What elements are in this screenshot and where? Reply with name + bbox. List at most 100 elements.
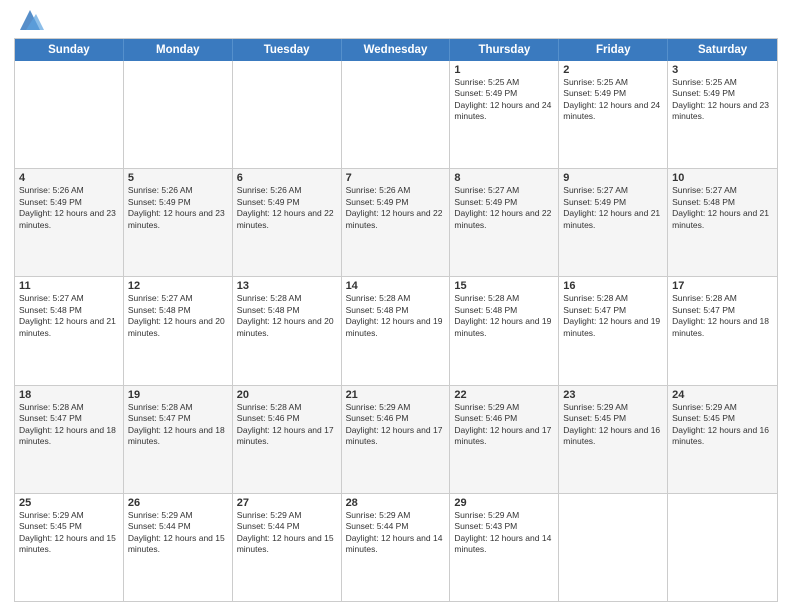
cell-date: 12 <box>128 280 228 292</box>
cell-info: Sunrise: 5:29 AM Sunset: 5:45 PM Dayligh… <box>672 402 773 448</box>
cell-date: 28 <box>346 497 446 509</box>
cell-info: Sunrise: 5:27 AM Sunset: 5:48 PM Dayligh… <box>672 185 773 231</box>
cell-info: Sunrise: 5:29 AM Sunset: 5:45 PM Dayligh… <box>19 510 119 556</box>
calendar-cell: 26Sunrise: 5:29 AM Sunset: 5:44 PM Dayli… <box>124 494 233 601</box>
cell-date: 27 <box>237 497 337 509</box>
calendar-cell: 6Sunrise: 5:26 AM Sunset: 5:49 PM Daylig… <box>233 169 342 276</box>
cell-info: Sunrise: 5:25 AM Sunset: 5:49 PM Dayligh… <box>454 77 554 123</box>
cell-date: 10 <box>672 172 773 184</box>
header <box>14 10 778 34</box>
calendar-cell: 4Sunrise: 5:26 AM Sunset: 5:49 PM Daylig… <box>15 169 124 276</box>
cell-info: Sunrise: 5:29 AM Sunset: 5:43 PM Dayligh… <box>454 510 554 556</box>
calendar-cell <box>124 61 233 168</box>
calendar-week-4: 18Sunrise: 5:28 AM Sunset: 5:47 PM Dayli… <box>15 386 777 494</box>
cell-date: 19 <box>128 389 228 401</box>
cell-date: 9 <box>563 172 663 184</box>
cell-date: 23 <box>563 389 663 401</box>
cell-info: Sunrise: 5:28 AM Sunset: 5:48 PM Dayligh… <box>454 293 554 339</box>
calendar-cell: 28Sunrise: 5:29 AM Sunset: 5:44 PM Dayli… <box>342 494 451 601</box>
cell-info: Sunrise: 5:27 AM Sunset: 5:49 PM Dayligh… <box>563 185 663 231</box>
calendar-cell <box>559 494 668 601</box>
calendar-cell: 11Sunrise: 5:27 AM Sunset: 5:48 PM Dayli… <box>15 277 124 384</box>
cell-date: 29 <box>454 497 554 509</box>
page: SundayMondayTuesdayWednesdayThursdayFrid… <box>0 0 792 612</box>
cell-info: Sunrise: 5:28 AM Sunset: 5:47 PM Dayligh… <box>672 293 773 339</box>
calendar-cell: 15Sunrise: 5:28 AM Sunset: 5:48 PM Dayli… <box>450 277 559 384</box>
calendar-cell: 3Sunrise: 5:25 AM Sunset: 5:49 PM Daylig… <box>668 61 777 168</box>
cell-info: Sunrise: 5:29 AM Sunset: 5:45 PM Dayligh… <box>563 402 663 448</box>
header-day-monday: Monday <box>124 39 233 61</box>
calendar-cell: 17Sunrise: 5:28 AM Sunset: 5:47 PM Dayli… <box>668 277 777 384</box>
calendar-cell: 18Sunrise: 5:28 AM Sunset: 5:47 PM Dayli… <box>15 386 124 493</box>
calendar-cell: 13Sunrise: 5:28 AM Sunset: 5:48 PM Dayli… <box>233 277 342 384</box>
cell-date: 14 <box>346 280 446 292</box>
calendar-cell: 9Sunrise: 5:27 AM Sunset: 5:49 PM Daylig… <box>559 169 668 276</box>
cell-date: 11 <box>19 280 119 292</box>
calendar-cell: 7Sunrise: 5:26 AM Sunset: 5:49 PM Daylig… <box>342 169 451 276</box>
cell-date: 16 <box>563 280 663 292</box>
cell-info: Sunrise: 5:28 AM Sunset: 5:46 PM Dayligh… <box>237 402 337 448</box>
header-day-wednesday: Wednesday <box>342 39 451 61</box>
cell-date: 3 <box>672 64 773 76</box>
calendar-cell: 20Sunrise: 5:28 AM Sunset: 5:46 PM Dayli… <box>233 386 342 493</box>
cell-date: 4 <box>19 172 119 184</box>
cell-date: 17 <box>672 280 773 292</box>
cell-date: 20 <box>237 389 337 401</box>
logo <box>14 10 44 34</box>
cell-info: Sunrise: 5:29 AM Sunset: 5:44 PM Dayligh… <box>128 510 228 556</box>
cell-date: 13 <box>237 280 337 292</box>
calendar-cell: 1Sunrise: 5:25 AM Sunset: 5:49 PM Daylig… <box>450 61 559 168</box>
calendar: SundayMondayTuesdayWednesdayThursdayFrid… <box>14 38 778 602</box>
calendar-cell: 27Sunrise: 5:29 AM Sunset: 5:44 PM Dayli… <box>233 494 342 601</box>
cell-date: 21 <box>346 389 446 401</box>
cell-info: Sunrise: 5:25 AM Sunset: 5:49 PM Dayligh… <box>672 77 773 123</box>
cell-date: 7 <box>346 172 446 184</box>
cell-info: Sunrise: 5:28 AM Sunset: 5:47 PM Dayligh… <box>19 402 119 448</box>
calendar-cell: 19Sunrise: 5:28 AM Sunset: 5:47 PM Dayli… <box>124 386 233 493</box>
header-day-friday: Friday <box>559 39 668 61</box>
header-day-thursday: Thursday <box>450 39 559 61</box>
cell-date: 5 <box>128 172 228 184</box>
cell-date: 26 <box>128 497 228 509</box>
calendar-cell: 2Sunrise: 5:25 AM Sunset: 5:49 PM Daylig… <box>559 61 668 168</box>
cell-info: Sunrise: 5:29 AM Sunset: 5:46 PM Dayligh… <box>346 402 446 448</box>
calendar-cell: 5Sunrise: 5:26 AM Sunset: 5:49 PM Daylig… <box>124 169 233 276</box>
cell-info: Sunrise: 5:27 AM Sunset: 5:48 PM Dayligh… <box>19 293 119 339</box>
calendar-cell <box>342 61 451 168</box>
cell-date: 18 <box>19 389 119 401</box>
header-day-saturday: Saturday <box>668 39 777 61</box>
calendar-cell: 22Sunrise: 5:29 AM Sunset: 5:46 PM Dayli… <box>450 386 559 493</box>
calendar-cell: 25Sunrise: 5:29 AM Sunset: 5:45 PM Dayli… <box>15 494 124 601</box>
calendar-header: SundayMondayTuesdayWednesdayThursdayFrid… <box>15 39 777 61</box>
cell-info: Sunrise: 5:28 AM Sunset: 5:47 PM Dayligh… <box>128 402 228 448</box>
cell-info: Sunrise: 5:26 AM Sunset: 5:49 PM Dayligh… <box>128 185 228 231</box>
calendar-cell: 21Sunrise: 5:29 AM Sunset: 5:46 PM Dayli… <box>342 386 451 493</box>
cell-date: 25 <box>19 497 119 509</box>
cell-date: 1 <box>454 64 554 76</box>
cell-date: 22 <box>454 389 554 401</box>
cell-info: Sunrise: 5:28 AM Sunset: 5:48 PM Dayligh… <box>237 293 337 339</box>
calendar-week-2: 4Sunrise: 5:26 AM Sunset: 5:49 PM Daylig… <box>15 169 777 277</box>
calendar-cell: 8Sunrise: 5:27 AM Sunset: 5:49 PM Daylig… <box>450 169 559 276</box>
cell-info: Sunrise: 5:29 AM Sunset: 5:44 PM Dayligh… <box>237 510 337 556</box>
cell-info: Sunrise: 5:27 AM Sunset: 5:49 PM Dayligh… <box>454 185 554 231</box>
cell-date: 8 <box>454 172 554 184</box>
cell-info: Sunrise: 5:28 AM Sunset: 5:48 PM Dayligh… <box>346 293 446 339</box>
header-day-tuesday: Tuesday <box>233 39 342 61</box>
calendar-cell <box>668 494 777 601</box>
cell-info: Sunrise: 5:26 AM Sunset: 5:49 PM Dayligh… <box>237 185 337 231</box>
calendar-cell: 14Sunrise: 5:28 AM Sunset: 5:48 PM Dayli… <box>342 277 451 384</box>
calendar-week-3: 11Sunrise: 5:27 AM Sunset: 5:48 PM Dayli… <box>15 277 777 385</box>
cell-date: 2 <box>563 64 663 76</box>
calendar-cell: 24Sunrise: 5:29 AM Sunset: 5:45 PM Dayli… <box>668 386 777 493</box>
calendar-cell: 23Sunrise: 5:29 AM Sunset: 5:45 PM Dayli… <box>559 386 668 493</box>
cell-date: 24 <box>672 389 773 401</box>
calendar-cell: 16Sunrise: 5:28 AM Sunset: 5:47 PM Dayli… <box>559 277 668 384</box>
cell-info: Sunrise: 5:27 AM Sunset: 5:48 PM Dayligh… <box>128 293 228 339</box>
cell-info: Sunrise: 5:26 AM Sunset: 5:49 PM Dayligh… <box>19 185 119 231</box>
cell-info: Sunrise: 5:29 AM Sunset: 5:46 PM Dayligh… <box>454 402 554 448</box>
header-day-sunday: Sunday <box>15 39 124 61</box>
cell-date: 6 <box>237 172 337 184</box>
calendar-cell <box>233 61 342 168</box>
calendar-body: 1Sunrise: 5:25 AM Sunset: 5:49 PM Daylig… <box>15 61 777 601</box>
